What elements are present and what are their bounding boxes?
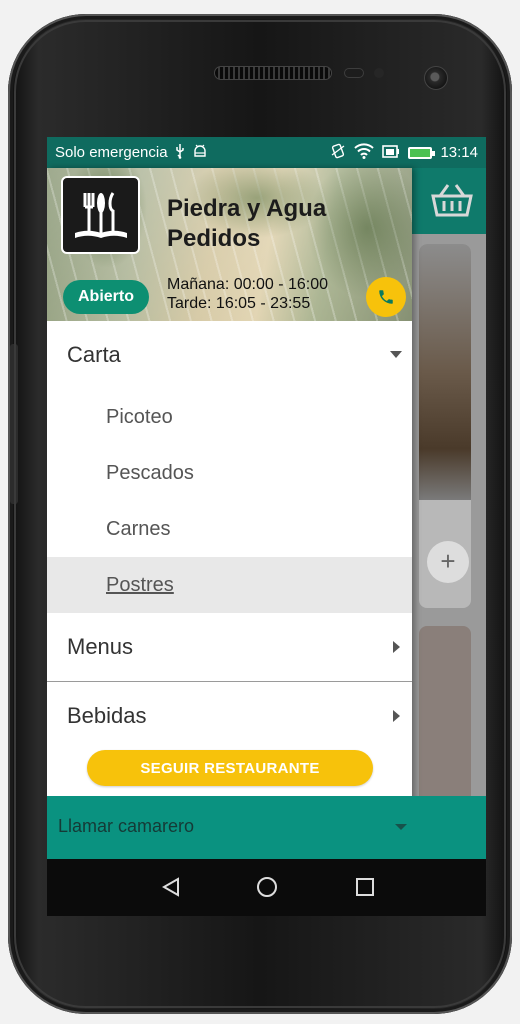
opening-hours: Mañana: 00:00 - 16:00 Tarde: 16:05 - 23:… [167,275,328,313]
chevron-right-icon [393,641,400,653]
restaurant-name: Piedra y Agua Pedidos [167,194,397,254]
basket-icon[interactable] [430,182,474,218]
open-status-badge: Abierto [63,280,149,314]
chevron-down-icon [390,351,402,358]
product-image [419,244,471,500]
submenu-item-picoteo[interactable]: Picoteo [47,389,412,445]
vibrate-icon [330,143,346,163]
chevron-down-icon [395,824,407,830]
recent-apps-icon[interactable] [356,878,374,896]
chevron-right-icon [393,710,400,722]
clock-text: 13:14 [440,144,478,161]
call-waiter-label: Llamar camarero [58,816,195,836]
menu-item-menus[interactable]: Menus [47,613,412,681]
menu-item-label: Bebidas [67,703,147,728]
proximity-sensor [344,68,364,78]
schedule-evening: Tarde: 16:05 - 23:55 [167,295,311,312]
side-button [10,344,18,504]
drawer-menu: Carta Picoteo Pescados Carnes Postres Me… [47,321,412,750]
add-icon[interactable]: + [427,541,469,583]
submenu-item-carnes[interactable]: Carnes [47,501,412,557]
menu-item-bebidas[interactable]: Bebidas [47,682,412,750]
earpiece-speaker [214,66,332,80]
wifi-icon [354,142,375,163]
sim-icon [382,143,400,163]
home-icon[interactable] [257,877,277,897]
android-debug-icon [192,144,208,162]
carrier-text: Solo emergencia [55,144,168,161]
light-sensor [374,68,384,78]
battery-icon [408,146,436,159]
product-card[interactable]: + [419,244,471,608]
restaurant-logo [61,176,140,254]
screen: Solo emergencia 13:14 + Piedra y Agua Pe… [47,137,486,916]
back-icon[interactable] [161,877,181,902]
submenu-item-postres[interactable]: Postres [47,557,412,613]
system-navigation-bar [47,859,486,916]
navigation-drawer: Piedra y Agua Pedidos Abierto Mañana: 00… [47,168,412,859]
drawer-header: Piedra y Agua Pedidos Abierto Mañana: 00… [47,168,412,321]
restaurant-name-line1: Piedra y Agua [167,195,327,222]
menu-item-label: Carta [67,342,121,367]
submenu-item-pescados[interactable]: Pescados [47,445,412,501]
menu-item-carta[interactable]: Carta [47,321,412,389]
menu-item-label: Menus [67,634,134,659]
follow-restaurant-button[interactable]: SEGUIR RESTAURANTE [87,750,373,786]
status-bar: Solo emergencia 13:14 [47,137,486,168]
restaurant-name-line2: Pedidos [167,225,261,252]
call-button[interactable] [366,277,406,317]
phone-icon [379,290,393,304]
usb-icon [174,143,186,163]
schedule-morning: Mañana: 00:00 - 16:00 [167,276,329,293]
front-camera [424,66,448,90]
call-waiter-bar[interactable]: Llamar camarero [47,796,486,859]
